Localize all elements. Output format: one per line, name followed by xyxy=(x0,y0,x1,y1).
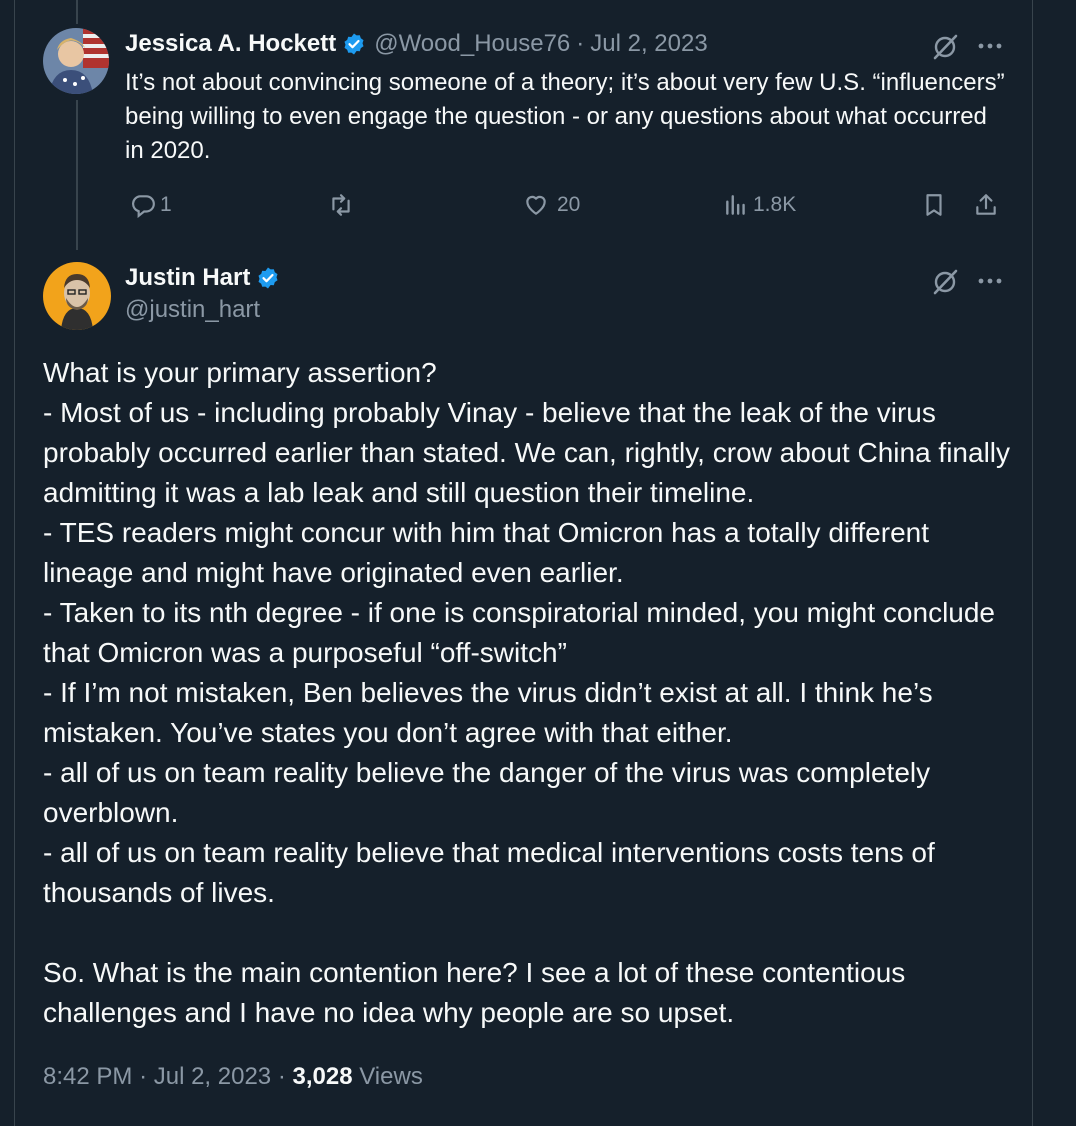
bookmark-icon xyxy=(926,194,942,216)
main-author-handle[interactable]: @justin_hart xyxy=(125,296,260,324)
tweet-time[interactable]: 8:42 PM xyxy=(43,1063,132,1090)
views-count: 3,028 xyxy=(292,1063,353,1090)
meta-separator: · xyxy=(576,30,585,57)
main-avatar[interactable] xyxy=(43,262,111,330)
thread-line-top xyxy=(76,0,78,24)
main-author-name[interactable]: Justin Hart xyxy=(125,264,250,292)
tweet-date[interactable]: Jul 2, 2023 xyxy=(154,1063,271,1090)
views-button[interactable]: 1.8K xyxy=(723,192,796,218)
retweet-icon xyxy=(332,194,350,216)
reply-header: Jessica A. Hockett @Wood_House76 · Jul 2… xyxy=(125,30,708,58)
verified-badge-icon xyxy=(342,32,366,56)
reply-button[interactable]: 1 xyxy=(130,192,172,218)
view-count: 1.8K xyxy=(753,193,797,216)
heart-icon xyxy=(526,195,546,215)
meta-separator: · xyxy=(139,1063,148,1090)
thread-connector-line xyxy=(76,100,78,250)
main-tweet-text: What is your primary assertion? - Most o… xyxy=(43,357,1011,1028)
column-border-left xyxy=(14,0,15,1126)
reply-action-bar: 1 20 1.8K xyxy=(125,188,1005,228)
grok-icon[interactable] xyxy=(930,267,960,297)
bookmark-button[interactable] xyxy=(921,192,947,218)
tweet-timestamp-row: 8:42 PM · Jul 2, 2023 · 3,028 Views xyxy=(43,1063,423,1091)
reply-author-handle[interactable]: @Wood_House76 xyxy=(374,30,570,58)
column-border-right xyxy=(1032,0,1033,1126)
reply-date[interactable]: Jul 2, 2023 xyxy=(590,30,707,58)
reply-avatar[interactable] xyxy=(43,28,109,94)
like-count: 20 xyxy=(557,193,581,216)
share-icon xyxy=(976,194,996,215)
share-button[interactable] xyxy=(973,192,999,218)
more-icon[interactable] xyxy=(974,265,1006,297)
reply-avatar-image xyxy=(43,28,109,94)
views-label: Views xyxy=(359,1063,423,1090)
reply-author-name[interactable]: Jessica A. Hockett xyxy=(125,30,336,58)
reply-icon xyxy=(132,195,155,218)
meta-separator: · xyxy=(277,1063,286,1090)
reply-tweet-text: It’s not about convincing someone of a t… xyxy=(125,69,1012,164)
reply-count: 1 xyxy=(160,193,172,216)
retweet-button[interactable] xyxy=(328,192,358,218)
more-icon[interactable] xyxy=(974,30,1006,62)
views-chart-icon xyxy=(726,195,745,215)
grok-icon[interactable] xyxy=(930,32,960,62)
main-header: Justin Hart xyxy=(125,264,280,292)
like-button[interactable]: 20 xyxy=(523,192,580,218)
main-avatar-image xyxy=(43,262,111,330)
verified-badge-icon xyxy=(256,266,280,290)
